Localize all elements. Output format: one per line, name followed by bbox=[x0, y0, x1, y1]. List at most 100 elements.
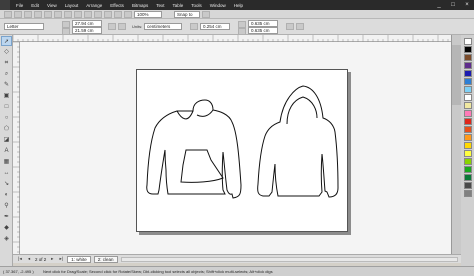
page-tab-1[interactable]: 1: white bbox=[67, 255, 91, 263]
options-icon[interactable] bbox=[202, 10, 210, 18]
menu-table[interactable]: Table bbox=[168, 3, 187, 8]
treat-as-filled-icon[interactable] bbox=[296, 23, 304, 30]
duplicate-x-field[interactable]: 0.635 cm bbox=[248, 20, 278, 27]
page-height-field[interactable]: 21.59 cm bbox=[72, 27, 102, 34]
prev-page-icon[interactable]: ◂ bbox=[26, 256, 32, 262]
zoom-tool-icon[interactable]: ⌕ bbox=[1, 69, 12, 79]
docker-panel[interactable] bbox=[451, 35, 461, 254]
duplicate-y-field[interactable]: 0.635 cm bbox=[248, 27, 278, 34]
last-page-icon[interactable]: ▸| bbox=[58, 256, 64, 262]
ellipse-tool-icon[interactable]: ○ bbox=[1, 113, 12, 123]
cut-icon[interactable] bbox=[44, 10, 52, 18]
maximize-button[interactable]: □ bbox=[446, 0, 460, 10]
copy-icon[interactable] bbox=[54, 10, 62, 18]
rectangle-tool-icon[interactable]: □ bbox=[1, 102, 12, 112]
menu-arrange[interactable]: Arrange bbox=[82, 3, 106, 8]
app-logo-icon bbox=[0, 0, 10, 10]
close-button[interactable]: × bbox=[460, 0, 474, 10]
drawing-canvas[interactable] bbox=[20, 42, 451, 254]
color-swatch[interactable] bbox=[463, 158, 472, 165]
outline-tool-icon[interactable]: ✒ bbox=[1, 212, 12, 222]
table-tool-icon[interactable]: ▦ bbox=[1, 157, 12, 167]
hoodie-back-drawing[interactable] bbox=[257, 85, 339, 198]
import-icon[interactable] bbox=[94, 10, 102, 18]
save-icon[interactable] bbox=[24, 10, 32, 18]
menu-bitmaps[interactable]: Bitmaps bbox=[128, 3, 152, 8]
page-tab-2[interactable]: 2: clean bbox=[93, 255, 118, 263]
basic-shapes-icon[interactable]: ◪ bbox=[1, 135, 12, 145]
color-swatch[interactable] bbox=[463, 46, 472, 53]
print-icon[interactable] bbox=[34, 10, 42, 18]
menu-text[interactable]: Text bbox=[152, 3, 168, 8]
nudge-distance-field[interactable]: 0.254 cm bbox=[200, 23, 230, 30]
page-width-field[interactable]: 27.94 cm bbox=[72, 20, 102, 27]
next-page-icon[interactable]: ▸ bbox=[49, 256, 55, 262]
text-tool-icon[interactable]: A bbox=[1, 146, 12, 156]
welcome-icon[interactable] bbox=[124, 10, 132, 18]
dimension-tool-icon[interactable]: ↔ bbox=[1, 168, 12, 178]
units-select[interactable]: centimeters bbox=[144, 23, 182, 30]
export-icon[interactable] bbox=[104, 10, 112, 18]
color-swatch[interactable] bbox=[463, 190, 472, 197]
width-icon bbox=[62, 21, 70, 28]
color-swatch[interactable] bbox=[463, 94, 472, 101]
portrait-icon[interactable] bbox=[108, 23, 116, 30]
color-swatch[interactable] bbox=[463, 118, 472, 125]
menu-view[interactable]: View bbox=[43, 3, 61, 8]
drawing-page[interactable] bbox=[136, 69, 348, 232]
color-swatch[interactable] bbox=[463, 166, 472, 173]
menu-tools[interactable]: Tools bbox=[187, 3, 206, 8]
page-navigator: |◂ ◂ 2 of 2 ▸ ▸| 1: white 2: clean bbox=[13, 254, 461, 263]
color-swatch[interactable] bbox=[463, 126, 472, 133]
smart-fill-icon[interactable]: ▣ bbox=[1, 91, 12, 101]
hoodie-front-drawing[interactable] bbox=[146, 99, 242, 199]
shape-tool-icon[interactable]: ◇ bbox=[1, 47, 12, 57]
eyedropper-tool-icon[interactable]: ⚲ bbox=[1, 201, 12, 211]
new-document-icon[interactable] bbox=[4, 10, 12, 18]
color-swatch[interactable] bbox=[463, 102, 472, 109]
color-swatch[interactable] bbox=[463, 110, 472, 117]
minimize-button[interactable]: _ bbox=[432, 0, 446, 10]
polygon-tool-icon[interactable]: ⬠ bbox=[1, 124, 12, 134]
pick-tool-icon[interactable]: ➚ bbox=[1, 36, 12, 46]
duplicate-x-icon bbox=[238, 21, 246, 28]
menu-file[interactable]: File bbox=[12, 3, 27, 8]
horizontal-ruler[interactable] bbox=[13, 35, 451, 42]
app-launcher-icon[interactable] bbox=[114, 10, 122, 18]
color-swatch[interactable] bbox=[463, 86, 472, 93]
color-swatch[interactable] bbox=[463, 142, 472, 149]
freehand-tool-icon[interactable]: ✎ bbox=[1, 80, 12, 90]
page-layout-icon[interactable] bbox=[286, 23, 294, 30]
redo-icon[interactable] bbox=[84, 10, 92, 18]
snap-to-select[interactable]: Snap to bbox=[174, 10, 200, 18]
horizontal-scrollbar[interactable] bbox=[120, 256, 458, 262]
color-swatch[interactable] bbox=[463, 150, 472, 157]
fill-tool-icon[interactable]: ◆ bbox=[1, 223, 12, 233]
first-page-icon[interactable]: |◂ bbox=[17, 256, 23, 262]
open-icon[interactable] bbox=[14, 10, 22, 18]
paste-icon[interactable] bbox=[64, 10, 72, 18]
vertical-ruler[interactable] bbox=[13, 42, 20, 254]
color-swatch[interactable] bbox=[463, 38, 472, 45]
menu-window[interactable]: Window bbox=[206, 3, 230, 8]
color-swatch[interactable] bbox=[463, 182, 472, 189]
page-size-select[interactable]: Letter bbox=[4, 23, 44, 30]
menu-help[interactable]: Help bbox=[230, 3, 247, 8]
connector-tool-icon[interactable]: ↘ bbox=[1, 179, 12, 189]
color-swatch[interactable] bbox=[463, 70, 472, 77]
menu-effects[interactable]: Effects bbox=[106, 3, 128, 8]
crop-tool-icon[interactable]: ⌗ bbox=[1, 58, 12, 68]
interactive-fill-icon[interactable]: ◈ bbox=[1, 234, 12, 244]
zoom-level-select[interactable]: 100% bbox=[134, 10, 162, 18]
color-swatch[interactable] bbox=[463, 174, 472, 181]
landscape-icon[interactable] bbox=[118, 23, 126, 30]
color-swatch[interactable] bbox=[463, 134, 472, 141]
menu-layout[interactable]: Layout bbox=[61, 3, 83, 8]
undo-icon[interactable] bbox=[74, 10, 82, 18]
blend-tool-icon[interactable]: ◐ bbox=[1, 190, 12, 200]
color-swatch[interactable] bbox=[463, 54, 472, 61]
color-swatch[interactable] bbox=[463, 78, 472, 85]
menu-edit[interactable]: Edit bbox=[27, 3, 43, 8]
color-swatch[interactable] bbox=[463, 62, 472, 69]
docker-tab[interactable] bbox=[452, 45, 461, 105]
